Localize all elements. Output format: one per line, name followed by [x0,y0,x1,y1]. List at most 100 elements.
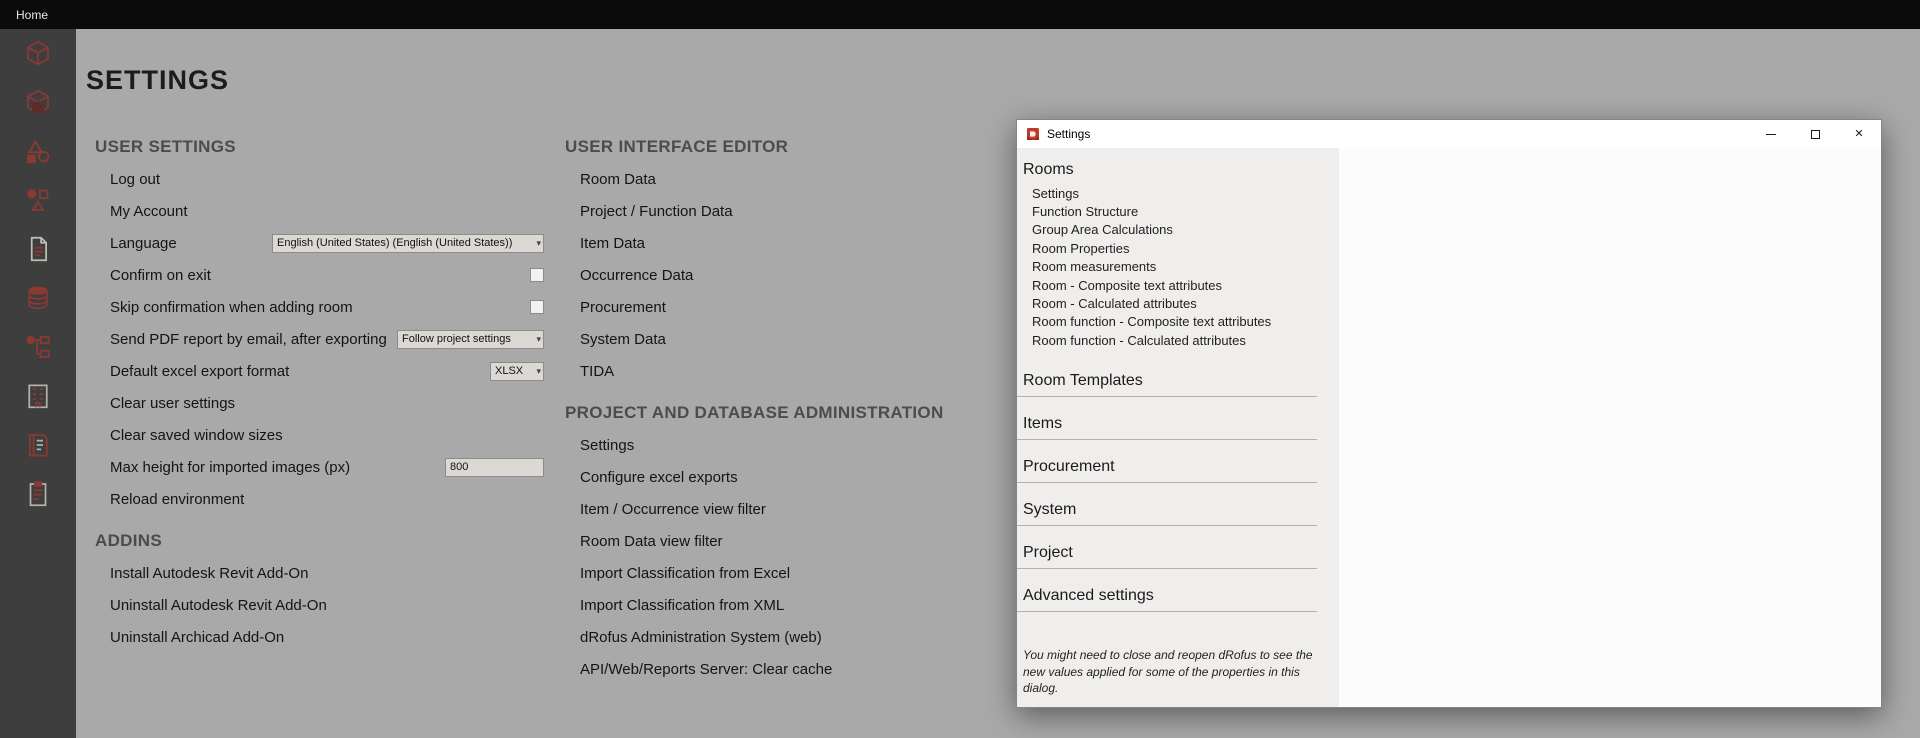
settings-item-label[interactable]: My Account [110,203,188,220]
dialog-subitem-room-properties[interactable]: Room Properties [1017,239,1339,257]
dialog-subitem-function-structure[interactable]: Function Structure [1017,202,1339,220]
settings-item-log-out[interactable]: Log out [95,163,544,195]
dialog-subitem-group-area-calculations[interactable]: Group Area Calculations [1017,221,1339,239]
dialog-section-room-templates[interactable]: Room Templates [1017,367,1317,397]
settings-item-skip-confirmation: Skip confirmation when adding room [95,291,544,323]
dialog-subitem-room-function-composite-text-attributes[interactable]: Room function - Composite text attribute… [1017,313,1339,331]
ui-editor-item-label[interactable]: Occurrence Data [580,267,693,284]
admin-item-item-occurrence-view-filter[interactable]: Item / Occurrence view filter [565,493,995,525]
settings-item-label: Max height for imported images (px) [110,459,350,476]
excel-format-select[interactable]: XLSX [490,362,544,381]
admin-item-label[interactable]: dRofus Administration System (web) [580,629,822,646]
dialog-subitem-settings[interactable]: Settings [1017,184,1339,202]
maximize-button[interactable] [1793,120,1837,148]
settings-item-label: Confirm on exit [110,267,211,284]
dialog-subitem-room-measurements[interactable]: Room measurements [1017,258,1339,276]
settings-item-label[interactable]: Clear saved window sizes [110,427,283,444]
addins-item-label[interactable]: Install Autodesk Revit Add-On [110,565,308,582]
settings-item-label[interactable]: Log out [110,171,160,188]
settings-item-label[interactable]: Reload environment [110,491,244,508]
close-icon [1854,129,1863,140]
home-tab[interactable]: Home [0,0,64,29]
confirm-on-exit-checkbox[interactable] [530,268,544,282]
admin-item-label[interactable]: Configure excel exports [580,469,738,486]
admin-item-import-classification-excel[interactable]: Import Classification from Excel [565,557,995,589]
settings-item-clear-saved-window-sizes[interactable]: Clear saved window sizes [95,419,544,451]
dialog-content-panel [1339,148,1881,707]
ui-editor-item-label[interactable]: Room Data [580,171,656,188]
ui-editor-item-label[interactable]: Procurement [580,299,666,316]
skip-confirmation-checkbox[interactable] [530,300,544,314]
settings-item-label[interactable]: Clear user settings [110,395,235,412]
settings-item-my-account[interactable]: My Account [95,195,544,227]
ui-editor-item-tida[interactable]: TIDA [565,355,995,387]
catalog-book-icon[interactable] [21,429,55,461]
dialog-section-procurement[interactable]: Procurement [1017,453,1317,483]
maximize-icon [1811,130,1820,139]
ui-editor-item-item-data[interactable]: Item Data [565,227,995,259]
ui-editor-item-system-data[interactable]: System Data [565,323,995,355]
ui-editor-item-label[interactable]: TIDA [580,363,614,380]
pdf-report-select[interactable]: Follow project settings [397,330,544,349]
admin-item-label[interactable]: Settings [580,437,634,454]
pdf-report-selected-value: Follow project settings [402,333,511,345]
admin-item-label[interactable]: Import Classification from XML [580,597,784,614]
scatter-shapes-icon[interactable] [21,184,55,216]
dialog-section-rooms[interactable]: Rooms [1017,158,1339,182]
ui-editor-header: USER INTERFACE EDITOR [565,137,995,157]
dialog-subitem-room-calculated-attributes[interactable]: Room - Calculated attributes [1017,294,1339,312]
dialog-section-project[interactable]: Project [1017,539,1317,569]
admin-item-import-classification-xml[interactable]: Import Classification from XML [565,589,995,621]
settings-item-label: Send PDF report by email, after exportin… [110,331,387,348]
max-image-height-input[interactable] [445,458,544,477]
addins-item-label[interactable]: Uninstall Archicad Add-On [110,629,284,646]
close-button[interactable] [1837,120,1881,148]
settings-item-clear-user-settings[interactable]: Clear user settings [95,387,544,419]
settings-item-confirm-on-exit: Confirm on exit [95,259,544,291]
ui-editor-item-room-data[interactable]: Room Data [565,163,995,195]
addins-item-uninstall-revit[interactable]: Uninstall Autodesk Revit Add-On [95,589,544,621]
admin-item-label[interactable]: Item / Occurrence view filter [580,501,766,518]
admin-item-drofus-admin-system[interactable]: dRofus Administration System (web) [565,621,995,653]
dialog-section-system[interactable]: System [1017,496,1317,526]
flowchart-icon[interactable] [21,331,55,363]
ui-editor-item-label[interactable]: System Data [580,331,666,348]
document-icon[interactable] [21,233,55,265]
language-select[interactable]: English (United States) (English (United… [272,234,544,253]
ui-editor-item-occurrence-data[interactable]: Occurrence Data [565,259,995,291]
admin-item-clear-cache[interactable]: API/Web/Reports Server: Clear cache [565,653,995,685]
settings-item-default-excel-format: Default excel export format XLSX [95,355,544,387]
minimize-button[interactable] [1749,120,1793,148]
dialog-subitem-room-composite-text-attributes[interactable]: Room - Composite text attributes [1017,276,1339,294]
admin-item-settings[interactable]: Settings [565,429,995,461]
settings-item-reload-environment[interactable]: Reload environment [95,483,544,515]
stacked-cubes-icon[interactable] [21,86,55,118]
admin-item-room-data-view-filter[interactable]: Room Data view filter [565,525,995,557]
ui-editor-item-project-function-data[interactable]: Project / Function Data [565,195,995,227]
coins-stack-icon[interactable] [21,282,55,314]
admin-item-configure-excel-exports[interactable]: Configure excel exports [565,461,995,493]
drofus-app-icon [1025,126,1041,142]
addins-item-label[interactable]: Uninstall Autodesk Revit Add-On [110,597,327,614]
dialog-section-advanced-settings[interactable]: Advanced settings [1017,582,1317,612]
project-admin-header: PROJECT AND DATABASE ADMINISTRATION [565,403,995,423]
addins-item-uninstall-archicad[interactable]: Uninstall Archicad Add-On [95,621,544,653]
dialog-section-items[interactable]: Items [1017,410,1317,440]
cube-icon[interactable] [21,37,55,69]
report-clipboard-icon[interactable] [21,478,55,510]
ui-editor-item-label[interactable]: Item Data [580,235,645,252]
shapes-icon[interactable] [21,135,55,167]
admin-item-label[interactable]: Room Data view filter [580,533,723,550]
addins-item-install-revit[interactable]: Install Autodesk Revit Add-On [95,557,544,589]
page-title: SETTINGS [86,65,229,96]
dialog-title: Settings [1047,127,1749,141]
dialog-note: You might need to close and reopen dRofu… [1023,647,1315,697]
dialog-subitem-room-function-calculated-attributes[interactable]: Room function - Calculated attributes [1017,331,1339,349]
ui-editor-item-label[interactable]: Project / Function Data [580,203,733,220]
building-grid-icon[interactable] [21,380,55,412]
ui-editor-item-procurement[interactable]: Procurement [565,291,995,323]
admin-item-label[interactable]: API/Web/Reports Server: Clear cache [580,661,832,678]
admin-item-label[interactable]: Import Classification from Excel [580,565,790,582]
dialog-body: Rooms Settings Function Structure Group … [1017,148,1881,707]
dialog-title-bar[interactable]: Settings [1017,120,1881,148]
